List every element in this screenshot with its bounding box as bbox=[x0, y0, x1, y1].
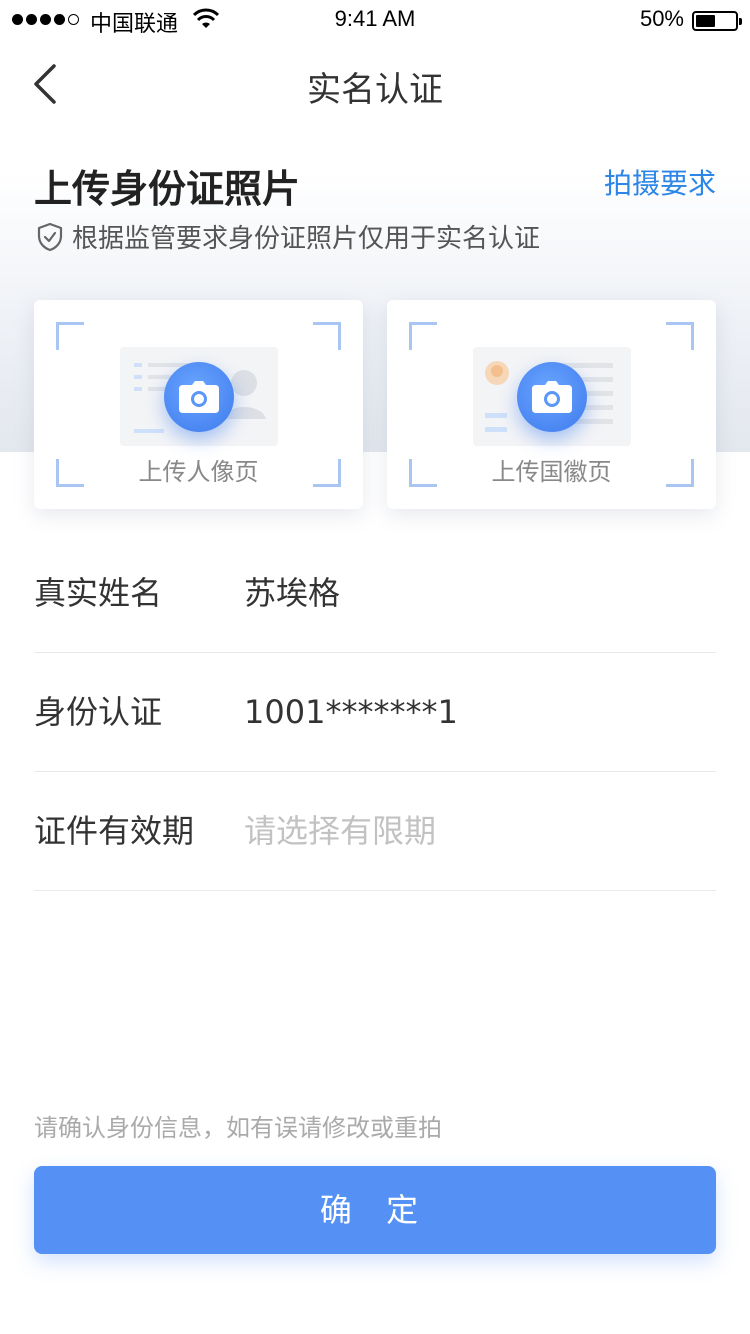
frame-corner bbox=[409, 322, 437, 350]
form-row-name[interactable]: 真实姓名 苏埃格 bbox=[34, 533, 716, 653]
camera-button[interactable] bbox=[517, 362, 587, 432]
camera-button[interactable] bbox=[164, 362, 234, 432]
upload-portrait-card[interactable]: 上传人像页 bbox=[34, 300, 363, 509]
frame-corner bbox=[313, 322, 341, 350]
privacy-notice: 根据监管要求身份证照片仅用于实名认证 bbox=[36, 218, 540, 255]
camera-icon bbox=[179, 381, 219, 413]
upload-emblem-label: 上传国徽页 bbox=[491, 458, 612, 486]
photo-requirements-link[interactable]: 拍摄要求 bbox=[604, 162, 716, 202]
frame-corner bbox=[666, 322, 694, 350]
upload-emblem-card[interactable]: 上传国徽页 bbox=[387, 300, 716, 509]
confirm-hint: 请确认身份信息，如有误请修改或重拍 bbox=[34, 1114, 442, 1142]
confirm-button[interactable]: 确 定 bbox=[34, 1166, 716, 1254]
form-row-validity[interactable]: 证件有效期 请选择有限期 bbox=[34, 771, 716, 891]
privacy-notice-text: 根据监管要求身份证照片仅用于实名认证 bbox=[72, 224, 541, 254]
battery-percentage: 50% bbox=[639, 6, 684, 31]
id-number-input[interactable]: 1001*******1 bbox=[244, 652, 458, 772]
name-input[interactable]: 苏埃格 bbox=[244, 533, 340, 653]
id-label: 身份认证 bbox=[34, 693, 163, 731]
camera-icon bbox=[532, 381, 572, 413]
upload-section-title: 上传身份证照片 bbox=[34, 167, 301, 211]
form-row-id[interactable]: 身份认证 1001*******1 bbox=[34, 652, 716, 772]
validity-label: 证件有效期 bbox=[34, 812, 195, 850]
status-bar: 中国联通 9:41 AM 50% bbox=[0, 0, 750, 40]
shield-check-icon bbox=[37, 222, 63, 251]
upload-portrait-label: 上传人像页 bbox=[138, 458, 259, 486]
battery-icon bbox=[692, 11, 742, 31]
validity-picker[interactable]: 请选择有限期 bbox=[244, 771, 436, 891]
frame-corner bbox=[56, 322, 84, 350]
name-label: 真实姓名 bbox=[34, 574, 163, 612]
page-title: 实名认证 bbox=[307, 70, 443, 110]
status-time: 9:41 AM bbox=[334, 6, 416, 31]
